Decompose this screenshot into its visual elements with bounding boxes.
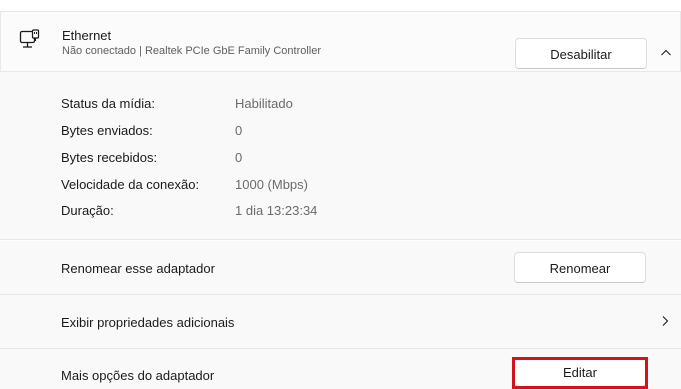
rename-button[interactable]: Renomear xyxy=(514,252,646,283)
rename-adapter-row: Renomear esse adaptador Renomear xyxy=(0,241,681,295)
edit-button[interactable]: Editar xyxy=(514,357,646,387)
bytes-sent-value: 0 xyxy=(235,123,243,138)
network-adapter-settings: Ethernet Não conectado | Realtek PCIe Gb… xyxy=(0,0,681,389)
media-status-label: Status da mídia: xyxy=(61,96,155,111)
rename-adapter-label: Renomear esse adaptador xyxy=(61,261,215,276)
ethernet-adapter-icon xyxy=(19,29,40,48)
chevron-up-icon[interactable] xyxy=(660,47,672,59)
chevron-right-icon xyxy=(662,316,669,326)
more-adapter-options-label: Mais opções do adaptador xyxy=(61,368,215,383)
ethernet-header[interactable]: Ethernet Não conectado | Realtek PCIe Gb… xyxy=(0,11,681,72)
bytes-sent-label: Bytes enviados: xyxy=(61,123,153,138)
connection-speed-value: 1000 (Mbps) xyxy=(235,177,308,192)
adapter-title: Ethernet xyxy=(62,28,112,43)
adapter-details: Status da mídia: Habilitado Bytes enviad… xyxy=(0,72,681,240)
media-status-value: Habilitado xyxy=(235,96,293,111)
duration-label: Duração: xyxy=(61,203,114,218)
bytes-received-label: Bytes recebidos: xyxy=(61,150,158,165)
disable-button[interactable]: Desabilitar xyxy=(515,38,647,69)
adapter-status: Não conectado | Realtek PCIe GbE Family … xyxy=(62,45,322,57)
connection-speed-label: Velocidade da conexão: xyxy=(61,177,200,192)
more-adapter-options-row: Mais opções do adaptador Editar xyxy=(0,349,681,389)
additional-properties-label: Exibir propriedades adicionais xyxy=(61,315,235,330)
bytes-received-value: 0 xyxy=(235,150,243,165)
additional-properties-row[interactable]: Exibir propriedades adicionais xyxy=(0,295,681,349)
duration-value: 1 dia 13:23:34 xyxy=(235,203,318,218)
